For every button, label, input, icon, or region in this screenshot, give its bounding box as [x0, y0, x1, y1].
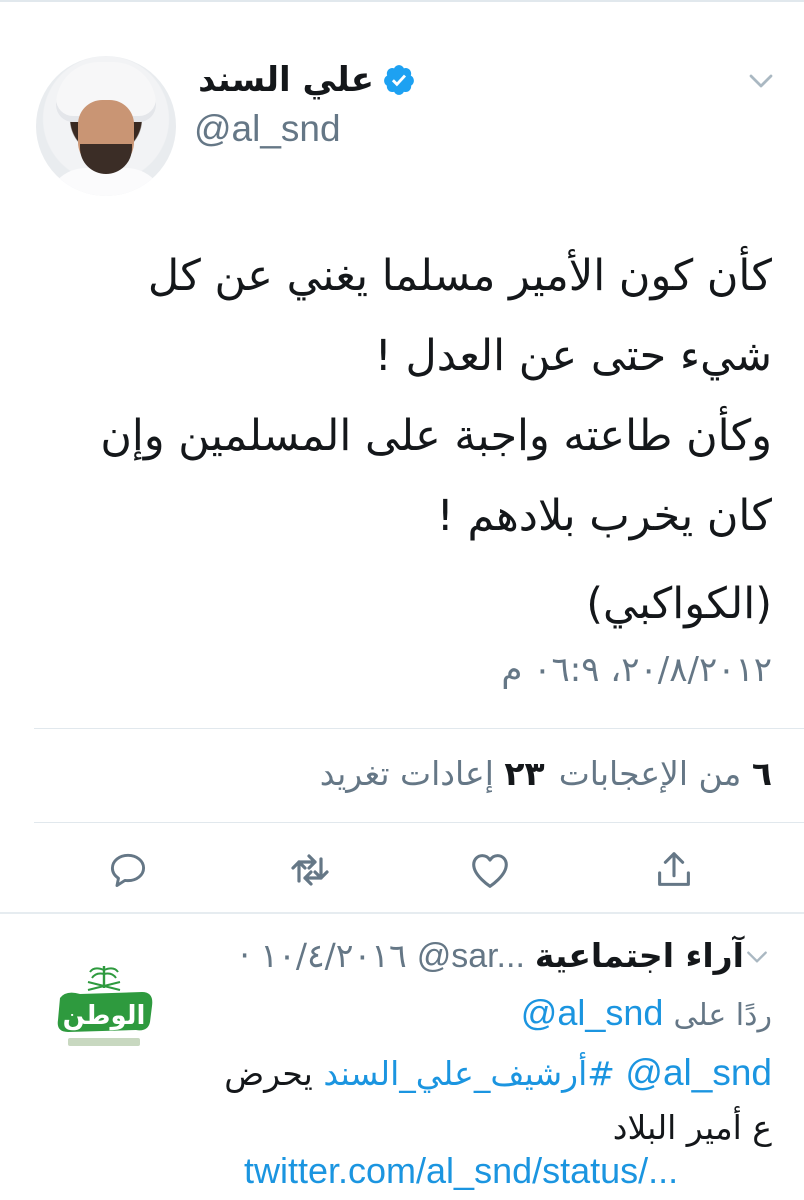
reply-author-avatar[interactable]: الوطن: [46, 962, 162, 1054]
retweets-count: ٢٣: [504, 754, 545, 793]
mention-link[interactable]: @al_snd: [625, 1052, 772, 1093]
tweet-text: كأن كون الأمير مسلما يغني عن كل شيء حتى …: [32, 236, 772, 644]
reply-button[interactable]: [104, 846, 152, 894]
retweets-stat[interactable]: ٢٣ إعادات تغريد: [320, 754, 545, 793]
tweet-stats: ٦ من الإعجابات ٢٣ إعادات تغريد: [320, 754, 772, 793]
reply-text: @al_snd #أرشيف_علي_السند يحرض ع أمير الب…: [172, 1046, 772, 1155]
tweet-timestamp[interactable]: ٢٠/٨/٢٠١٢، ٠٦:٩ م: [501, 650, 772, 690]
likes-stat[interactable]: ٦ من الإعجابات: [559, 754, 772, 793]
reply-text-tail: يحرض: [224, 1054, 313, 1093]
share-icon: [658, 852, 690, 886]
divider: [34, 728, 804, 729]
reply-author-handle[interactable]: @sar...: [417, 937, 525, 976]
tweet-signature: (الكواكبي): [586, 579, 772, 629]
retweet-icon: [291, 854, 329, 886]
tweet-text-line: كأن كون الأمير مسلما يغني عن كل: [147, 251, 772, 301]
replying-to: ردًا على @al_snd: [521, 992, 772, 1034]
retweets-label: إعادات تغريد: [319, 754, 494, 793]
author-handle[interactable]: @al_snd: [194, 108, 341, 150]
heart-icon: [472, 854, 508, 888]
likes-label: من الإعجابات: [558, 754, 742, 793]
reply-date[interactable]: ١٠/٤/٢٠١٦ ·: [239, 936, 406, 975]
tweet-actions: [0, 840, 804, 900]
reply-icon: [110, 853, 146, 888]
palm-swords-emblem-icon: [87, 966, 121, 991]
author-name[interactable]: علي السند: [198, 60, 374, 100]
divider: [0, 912, 804, 914]
divider: [34, 822, 804, 823]
retweet-button[interactable]: [286, 846, 334, 894]
reply-author-name[interactable]: آراء اجتماعية: [535, 936, 744, 975]
replying-label: ردًا على: [673, 998, 772, 1033]
author-name-row: علي السند: [198, 60, 416, 100]
tweet-text-line: شيء حتى عن العدل !: [374, 331, 772, 381]
like-button[interactable]: [466, 846, 514, 894]
replying-to-link[interactable]: @al_snd: [521, 992, 664, 1034]
chevron-down-icon[interactable]: [744, 944, 770, 970]
author-avatar[interactable]: [36, 56, 176, 196]
tweet-text-line: كان يخرب بلادهم !: [436, 491, 772, 541]
logo-text: الوطن: [63, 1001, 146, 1031]
verified-badge-icon: [384, 65, 414, 95]
share-button[interactable]: [650, 846, 698, 894]
chevron-down-icon[interactable]: [746, 66, 776, 96]
status-url-link[interactable]: twitter.com/al_snd/status/...: [244, 1150, 678, 1192]
top-border: [0, 0, 804, 2]
likes-count: ٦: [751, 754, 772, 793]
hashtag-link[interactable]: #أرشيف_علي_السند: [323, 1054, 615, 1093]
reply-text-line: ع أمير البلاد: [612, 1108, 772, 1147]
tweet-text-line: وكأن طاعته واجبة على المسلمين وإن: [100, 411, 772, 461]
reply-header: آراء اجتماعية @sar... ١٠/٤/٢٠١٦ ·: [239, 936, 744, 976]
